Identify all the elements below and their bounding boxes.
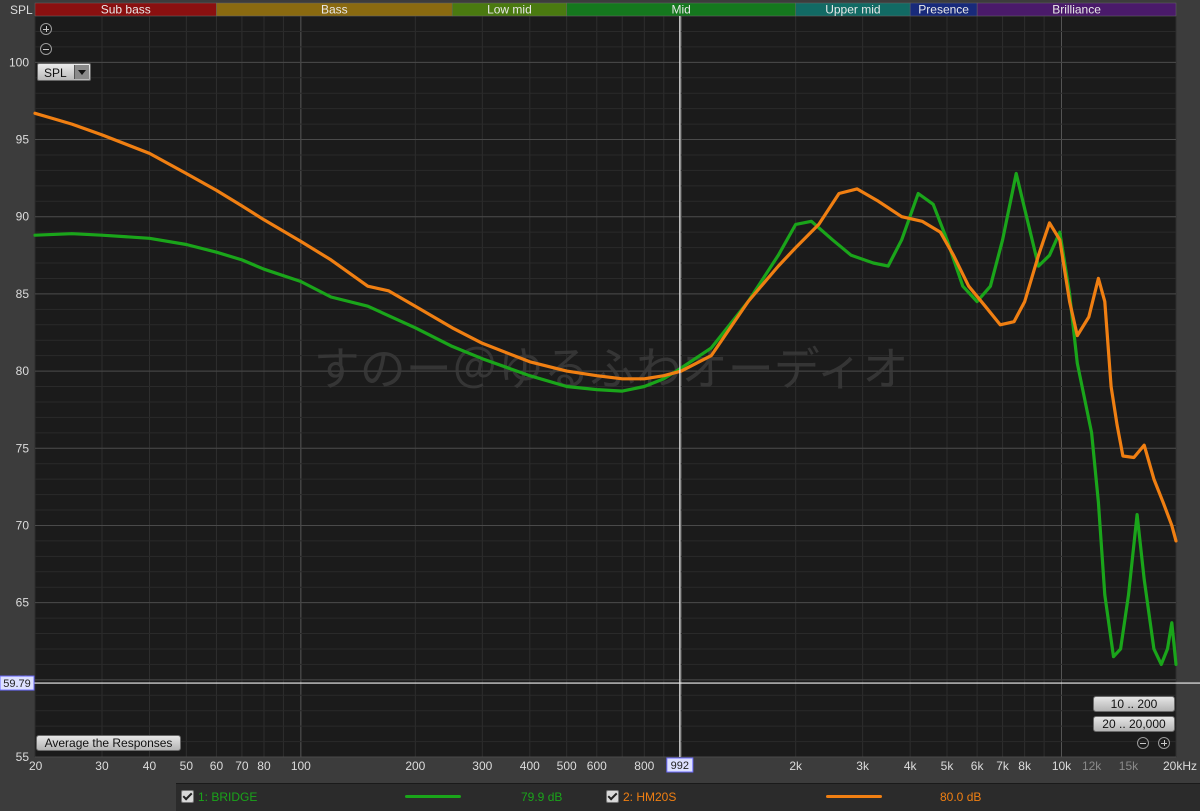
range-20-20000-button[interactable]: 20 .. 20,000 <box>1093 716 1175 732</box>
y-tick-label: 65 <box>16 596 30 610</box>
y-axis-title: SPL <box>10 3 33 17</box>
band-label: Upper mid <box>825 3 880 17</box>
y-tick-label: 100 <box>9 55 29 69</box>
bridge-visibility-checkbox[interactable] <box>181 790 194 803</box>
x-tick-label: 300 <box>472 759 492 773</box>
x-tick-label: 4k <box>904 759 918 773</box>
legend-series-name: 2: HM20S <box>623 790 677 804</box>
zoom-in-icon[interactable] <box>1158 737 1170 749</box>
band-label: Low mid <box>487 3 532 17</box>
x-tick-label: 500 <box>557 759 577 773</box>
band-label: Bass <box>321 3 348 17</box>
x-tick-label: 8k <box>1018 759 1032 773</box>
y-tick-label: 85 <box>16 287 30 301</box>
y-tick-label: 55 <box>16 750 30 764</box>
legend-item-bridge: 1: BRIDGE 79.9 dB <box>181 789 581 805</box>
legend-item-hm20s: 2: HM20S 80.0 dB <box>606 789 1006 805</box>
y-tick-label: 70 <box>16 518 30 532</box>
y-tick-label: 80 <box>16 364 30 378</box>
legend-swatch <box>405 795 461 798</box>
x-tick-label: 100 <box>291 759 311 773</box>
x-tick-label: 70 <box>235 759 249 773</box>
x-tick-label: 15k <box>1119 759 1139 773</box>
x-tick-label: 5k <box>941 759 955 773</box>
y-tick-label: 95 <box>16 133 30 147</box>
x-tick-label: 7k <box>996 759 1010 773</box>
legend-swatch <box>826 795 882 798</box>
x-tick-label: 12k <box>1082 759 1102 773</box>
legend-bar: 1: BRIDGE 79.9 dB 2: HM20S 80.0 dB <box>176 783 1200 811</box>
x-tick-label: 800 <box>634 759 654 773</box>
x-tick-label: 200 <box>405 759 425 773</box>
measurement-type-value: SPL <box>44 66 67 80</box>
x-tick-label: 400 <box>520 759 540 773</box>
band-label: Presence <box>918 3 969 17</box>
x-tick-label: 60 <box>210 759 224 773</box>
x-tick-label: 10k <box>1052 759 1072 773</box>
band-label: Sub bass <box>101 3 151 17</box>
legend-series-value: 80.0 dB <box>940 790 982 804</box>
average-responses-button[interactable]: Average the Responses <box>36 735 181 751</box>
rew-spl-graph-window: Sub bass Bass Low mid Mid Upper mid Presence B… <box>0 0 1200 811</box>
zoom-in-icon[interactable] <box>40 23 52 35</box>
x-tick-label: 30 <box>95 759 109 773</box>
y-tick-label: 90 <box>16 210 30 224</box>
watermark-text: すのー＠ゆるふわオーディオ <box>314 342 909 396</box>
hm20s-visibility-checkbox[interactable] <box>606 790 619 803</box>
cursor-y-readout: 59.79 <box>3 678 31 690</box>
zoom-out-icon[interactable] <box>1137 737 1149 749</box>
legend-series-value: 79.9 dB <box>521 790 563 804</box>
x-tick-label: 6k <box>971 759 985 773</box>
measurement-type-select[interactable]: SPL <box>37 63 91 81</box>
x-tick-label: 40 <box>143 759 157 773</box>
band-label: Brilliance <box>1052 3 1101 17</box>
x-tick-label: 600 <box>587 759 607 773</box>
x-tick-label: 3k <box>856 759 870 773</box>
chevron-down-icon <box>74 65 89 79</box>
band-label: Mid <box>672 3 691 17</box>
x-tick-label: 80 <box>257 759 271 773</box>
legend-series-name: 1: BRIDGE <box>198 790 258 804</box>
zoom-out-icon[interactable] <box>40 43 52 55</box>
range-10-200-button[interactable]: 10 .. 200 <box>1093 696 1175 712</box>
y-tick-label: 75 <box>16 441 30 455</box>
cursor-x-readout: 992 <box>671 760 689 772</box>
x-tick-label: 20kHz <box>1163 759 1197 773</box>
spl-chart[interactable]: Sub bass Bass Low mid Mid Upper mid Presence B… <box>0 0 1200 783</box>
x-tick-label: 50 <box>180 759 194 773</box>
x-tick-label: 20 <box>29 759 43 773</box>
x-tick-label: 2k <box>789 759 803 773</box>
